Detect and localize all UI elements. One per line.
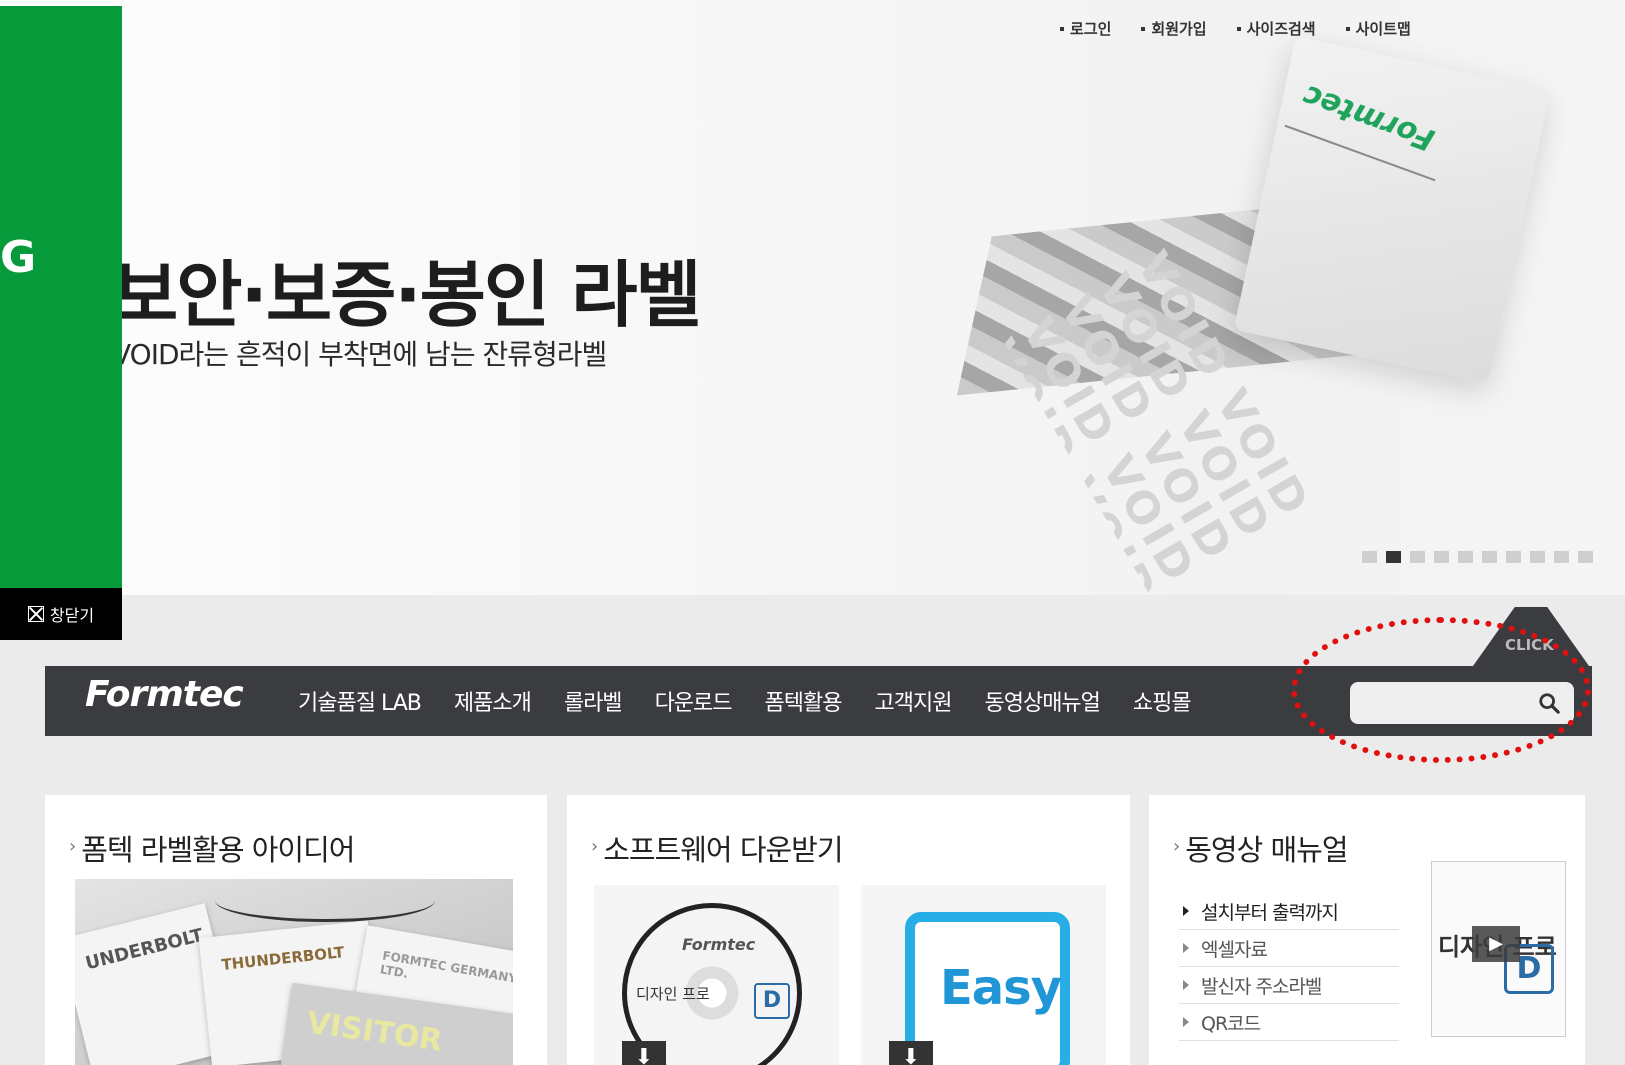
signup-link[interactable]: 회원가입 [1141, 18, 1206, 39]
nav-item-roll-label[interactable]: 롤라벨 [564, 685, 623, 717]
panel-title-ideas[interactable]: 폼텍 라벨활용 아이디어 [69, 827, 355, 869]
hero-title: 보안·보증·봉인 라벨 [112, 253, 702, 337]
download-arrow-icon[interactable]: ⬇ [622, 1041, 666, 1065]
popup-close-label: 창닫기 [49, 606, 95, 625]
panel-title-software[interactable]: 소프트웨어 다운받기 [591, 827, 843, 869]
slider-dot[interactable] [1554, 551, 1569, 563]
easy-download[interactable]: Easy ⬇ [861, 885, 1106, 1065]
slider-dot[interactable] [1434, 551, 1449, 563]
list-item[interactable]: 엑셀자료 [1179, 930, 1399, 967]
design-pro-download[interactable]: Formtec 디자인 프로 D ⬇ [594, 885, 839, 1065]
slider-dot[interactable] [1386, 551, 1401, 563]
slider-dot[interactable] [1410, 551, 1425, 563]
close-box-icon [27, 606, 44, 622]
login-link[interactable]: 로그인 [1060, 18, 1111, 39]
easy-label: Easy [940, 960, 1062, 1016]
formtec-logo[interactable]: Formtec [85, 674, 244, 715]
slider-dot[interactable] [1362, 551, 1377, 563]
badge-text: VISITOR [304, 1005, 445, 1059]
video-manual-list: 설치부터 출력까지 엑셀자료 발신자 주소라벨 QR코드 [1179, 893, 1399, 1041]
download-arrow-icon[interactable]: ⬇ [889, 1041, 933, 1065]
list-item[interactable]: 설치부터 출력까지 [1179, 893, 1399, 930]
panel-video-manual: 동영상 매뉴얼 설치부터 출력까지 엑셀자료 발신자 주소라벨 QR코드 디자인… [1149, 795, 1585, 1065]
slider-dot[interactable] [1482, 551, 1497, 563]
security-card-image [1233, 36, 1551, 384]
slider-dot[interactable] [1506, 551, 1521, 563]
hero-banner: 로그인 회원가입 사이즈검색 사이트맵 VOID VOID VOID VOID … [0, 0, 1625, 595]
popup-letter: G [0, 232, 37, 283]
list-item[interactable]: 발신자 주소라벨 [1179, 967, 1399, 1004]
label-ideas-photo[interactable]: UNDERBOLT THUNDERBOLT FORMTEC GERMANY LT… [75, 879, 513, 1065]
slider-dot[interactable] [1578, 551, 1593, 563]
badge-text: THUNDERBOLT [220, 943, 346, 974]
play-icon[interactable]: ▶ [1472, 926, 1520, 962]
nav-item-products[interactable]: 제품소개 [454, 685, 532, 717]
nav-menu: 기술품질 LAB 제품소개 롤라벨 다운로드 폼텍활용 고객지원 동영상매뉴얼 … [298, 666, 1192, 736]
top-utility-nav: 로그인 회원가입 사이즈검색 사이트맵 [1060, 18, 1411, 39]
nav-item-tech-lab[interactable]: 기술품질 LAB [298, 685, 422, 717]
size-search-link[interactable]: 사이즈검색 [1237, 18, 1316, 39]
panel-software-download: 소프트웨어 다운받기 Formtec 디자인 프로 D ⬇ Easy ⬇ [567, 795, 1130, 1065]
video-thumbnail[interactable]: 디자인 프로 D ▶ [1431, 861, 1566, 1037]
design-pro-d-icon: D [754, 983, 790, 1019]
lanyard-graphic [215, 879, 435, 922]
list-item[interactable]: QR코드 [1179, 1004, 1399, 1041]
slider-dot[interactable] [1458, 551, 1473, 563]
hero-subtitle: VOID라는 흔적이 부착면에 남는 잔류형라벨 [112, 338, 607, 371]
panel-title-video-manual[interactable]: 동영상 매뉴얼 [1173, 827, 1348, 869]
nav-item-video-manual[interactable]: 동영상매뉴얼 [984, 685, 1100, 717]
nav-item-usage[interactable]: 폼텍활용 [765, 685, 843, 717]
nav-item-support[interactable]: 고객지원 [875, 685, 953, 717]
badge-text: UNDERBOLT [83, 924, 206, 975]
sitemap-link[interactable]: 사이트맵 [1346, 18, 1411, 39]
slider-indicators [1362, 551, 1593, 563]
cd-label: 디자인 프로 [636, 985, 710, 1003]
badge-text: FORMTEC GERMANY LTD. [378, 948, 513, 986]
nav-item-shop[interactable]: 쇼핑몰 [1133, 685, 1192, 717]
nav-item-download[interactable]: 다운로드 [655, 685, 733, 717]
slider-dot[interactable] [1530, 551, 1545, 563]
search-highlight-annotation [1291, 617, 1591, 763]
popup-close-button[interactable]: 창닫기 [0, 588, 122, 640]
panel-label-ideas: 폼텍 라벨활용 아이디어 UNDERBOLT THUNDERBOLT FORMT… [45, 795, 547, 1065]
side-popup-banner[interactable]: G [0, 6, 122, 588]
cd-brand: Formtec [682, 935, 756, 954]
